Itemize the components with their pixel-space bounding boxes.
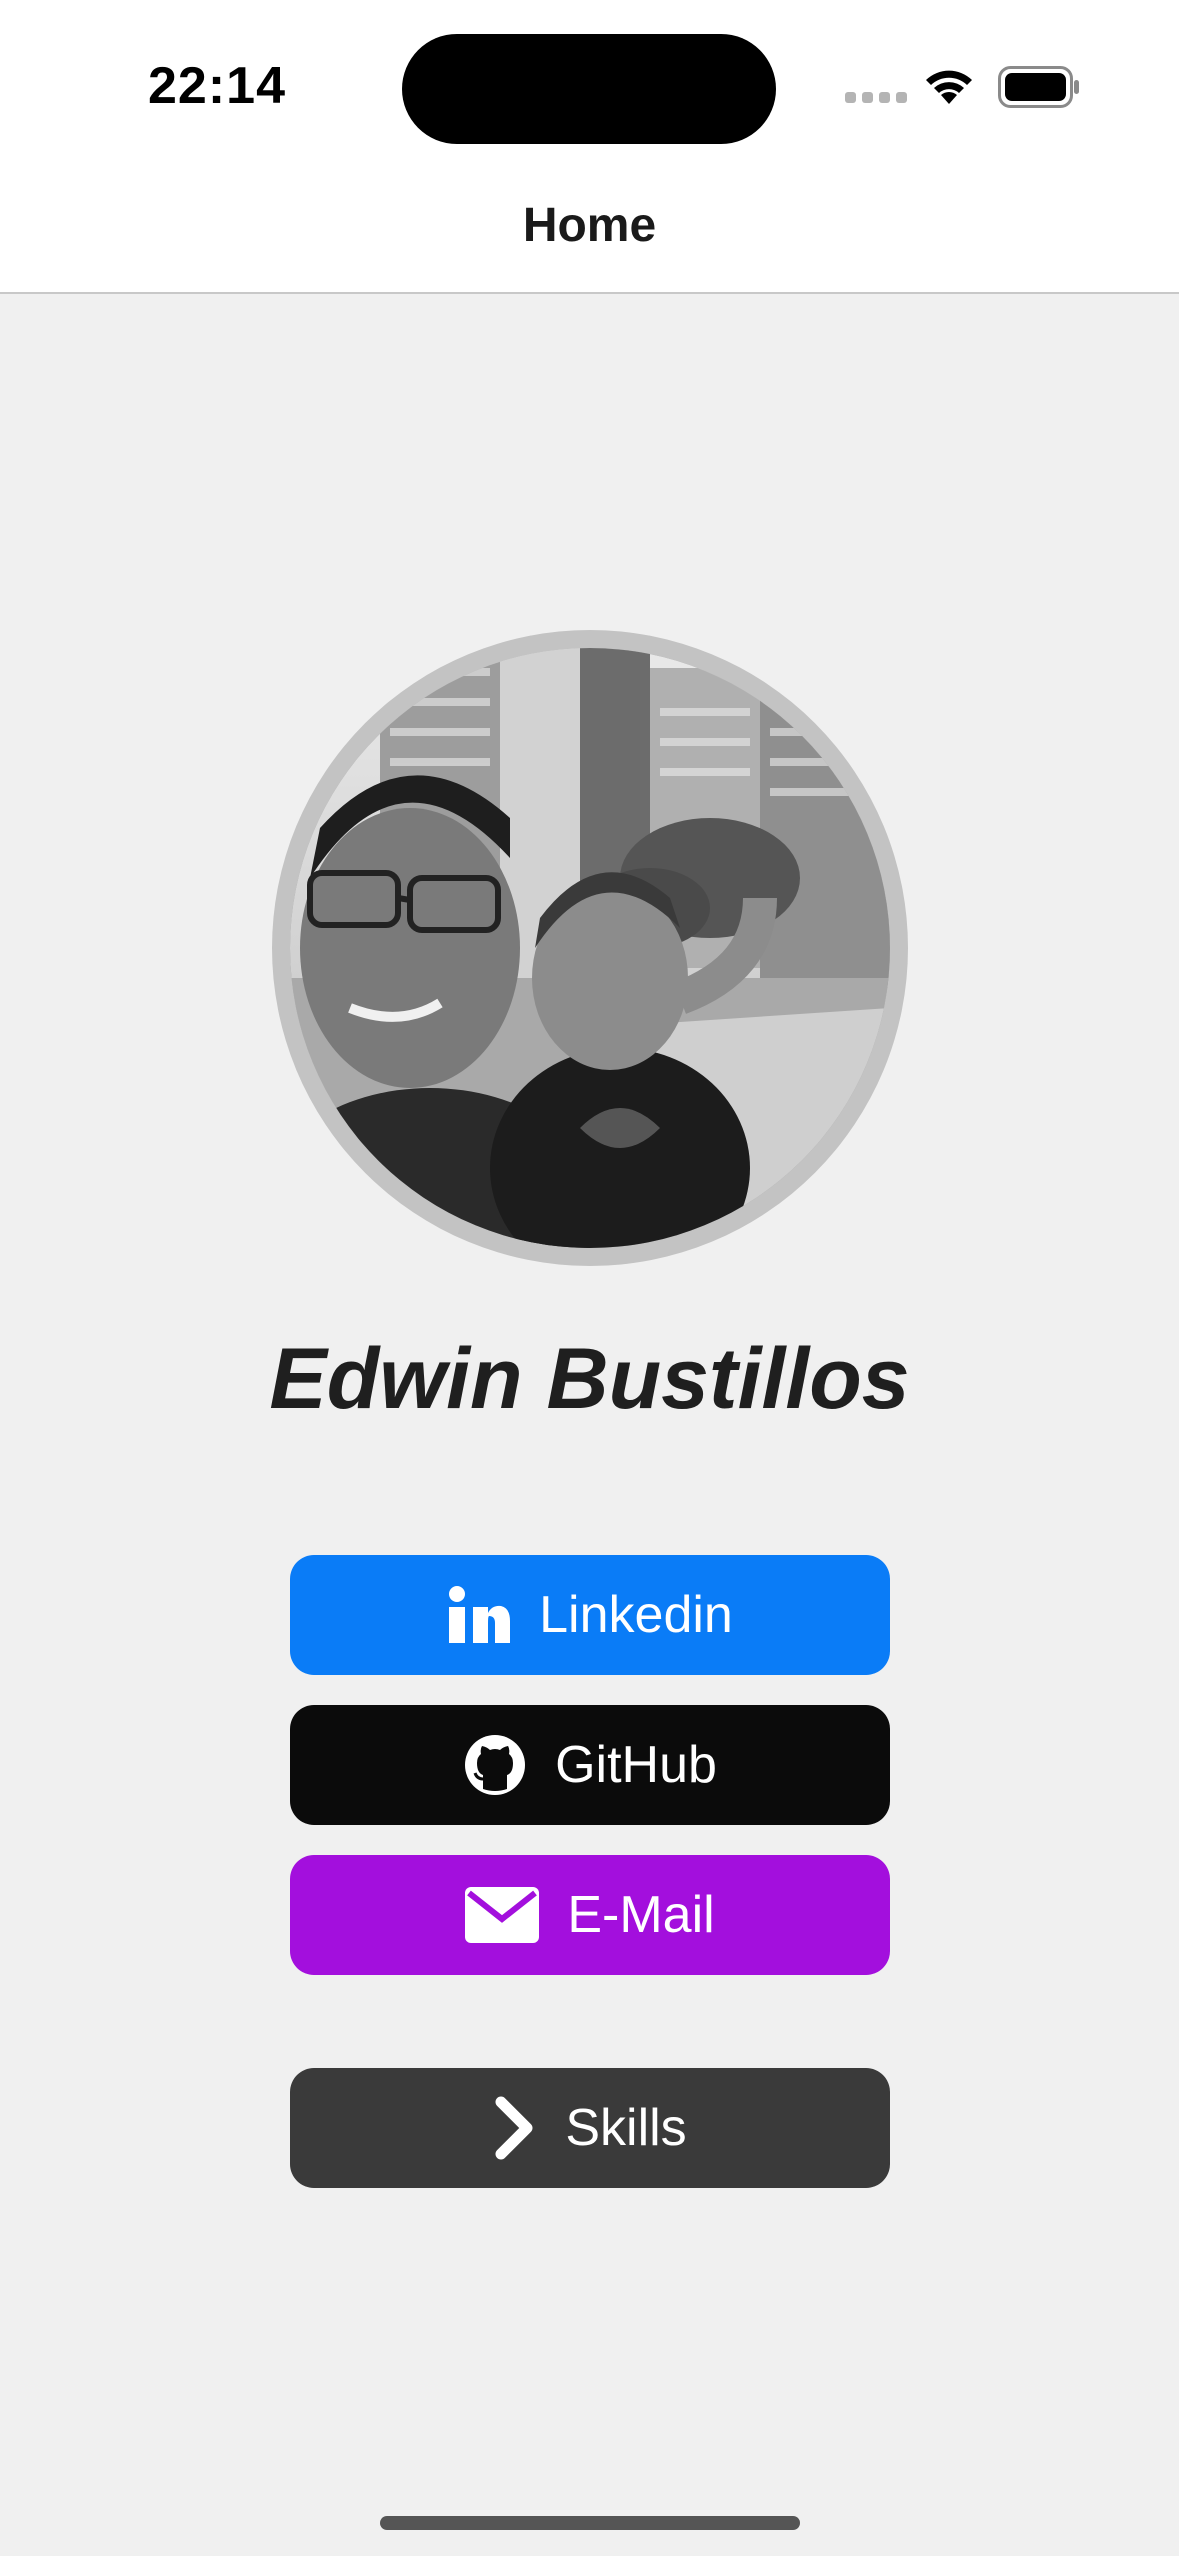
profile-photo-image <box>290 648 890 1248</box>
wifi-icon <box>926 70 972 104</box>
chevron-right-icon <box>493 2096 537 2160</box>
linkedin-button[interactable]: Linkedin <box>290 1555 890 1675</box>
battery-icon <box>998 66 1079 108</box>
cellular-signal-icon <box>845 92 907 106</box>
dynamic-island <box>402 34 776 144</box>
page-title: Home <box>522 199 657 252</box>
github-button-label: GitHub <box>555 1736 717 1794</box>
github-button[interactable]: GitHub <box>290 1705 890 1825</box>
linkedin-button-label: Linkedin <box>539 1586 733 1644</box>
email-button[interactable]: E-Mail <box>290 1855 890 1975</box>
status-time: 22:14 <box>148 57 286 115</box>
profile-name: Edwin Bustillos <box>269 1331 910 1427</box>
skills-button[interactable]: Skills <box>290 2068 890 2188</box>
skills-button-label: Skills <box>565 2099 687 2157</box>
email-button-label: E-Mail <box>567 1886 715 1944</box>
header: 22:14 Home <box>0 0 1179 294</box>
linkedin-icon <box>447 1585 511 1645</box>
github-icon <box>463 1733 527 1797</box>
profile-photo <box>272 630 908 1266</box>
envelope-icon <box>465 1887 540 1943</box>
home-indicator[interactable] <box>380 2516 800 2530</box>
